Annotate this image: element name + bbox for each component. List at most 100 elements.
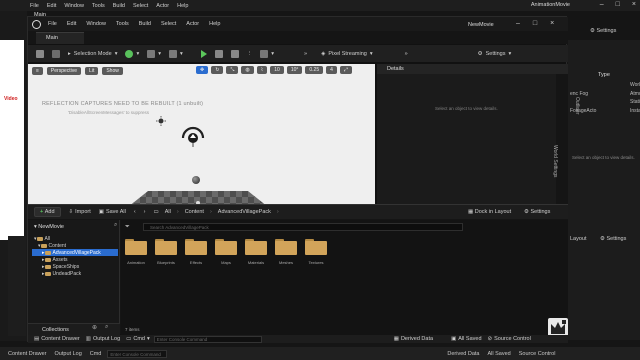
- rotate-icon[interactable]: ↻: [211, 66, 224, 74]
- menu-build[interactable]: Build: [139, 21, 151, 27]
- back-derived-data-button[interactable]: Derived Data: [447, 351, 479, 357]
- back-layout-button[interactable]: Layout: [570, 236, 587, 242]
- folder-tile[interactable]: Materials: [243, 239, 269, 265]
- stop-button[interactable]: [230, 49, 239, 58]
- perspective-button[interactable]: Perspective: [46, 66, 82, 75]
- camera-speed-button[interactable]: 4: [326, 66, 337, 74]
- tab-details[interactable]: Details: [377, 64, 568, 74]
- tree-node-assets[interactable]: ▸ Assets: [32, 256, 118, 263]
- history-back-icon[interactable]: ‹: [134, 209, 136, 215]
- viewport-options-button[interactable]: ≡: [32, 66, 43, 75]
- rotation-snap-button[interactable]: 10°: [286, 66, 303, 74]
- sky-light-icon[interactable]: [181, 126, 205, 148]
- content-drawer-button[interactable]: ▤ Content Drawer: [34, 336, 80, 342]
- step-button[interactable]: [214, 49, 223, 58]
- back-settings-button[interactable]: ⚙ Settings: [590, 28, 616, 34]
- scale-snap-button[interactable]: 0.25: [305, 66, 324, 74]
- expand-toolbar-icon[interactable]: »: [304, 51, 307, 57]
- console-input[interactable]: Enter Console Command: [153, 335, 262, 343]
- back-menu-file[interactable]: File: [30, 3, 39, 9]
- content-icon[interactable]: [52, 49, 60, 58]
- surface-snap-icon[interactable]: ⌇: [256, 66, 268, 74]
- menu-edit[interactable]: Edit: [67, 21, 76, 27]
- tree-root-header[interactable]: ▾ NewMovie: [34, 224, 64, 230]
- show-button[interactable]: Show: [102, 66, 123, 75]
- all-saved-button[interactable]: ▣ All Saved: [451, 336, 481, 342]
- menu-tools[interactable]: Tools: [116, 21, 129, 27]
- back-cmd-dropdown[interactable]: Cmd: [90, 351, 102, 357]
- menu-select[interactable]: Select: [161, 21, 176, 27]
- output-log-button[interactable]: ▥ Output Log: [86, 336, 120, 342]
- tab-main[interactable]: Main: [36, 32, 84, 44]
- drawer-settings-button[interactable]: ⚙ Settings: [524, 209, 550, 215]
- cmd-dropdown[interactable]: ▭ Cmd ▾: [126, 336, 150, 342]
- back-console-input[interactable]: Enter Console Command: [107, 349, 168, 358]
- tab-world-settings[interactable]: World Settings: [552, 145, 558, 177]
- add-button[interactable]: + Add: [34, 207, 61, 217]
- translate-icon[interactable]: ✥: [196, 66, 209, 74]
- back-source-control-button[interactable]: Source Control: [519, 351, 556, 357]
- breadcrumb-advanced-village-pack[interactable]: AdvancedVillagePack: [218, 209, 271, 215]
- expand-toolbar-icon-2[interactable]: »: [405, 51, 408, 57]
- folder-tile[interactable]: Blueprints: [153, 239, 179, 265]
- lit-button[interactable]: Lit: [85, 66, 99, 75]
- menu-window[interactable]: Window: [86, 21, 106, 27]
- folder-tile[interactable]: Textures: [303, 239, 329, 265]
- add-collection-icon[interactable]: ⊕: [92, 324, 97, 331]
- filter-icon[interactable]: ⏷: [125, 224, 130, 231]
- source-control-button[interactable]: ⊘ Source Control: [488, 336, 531, 342]
- directional-light-icon[interactable]: [156, 116, 166, 126]
- menu-actor[interactable]: Actor: [186, 21, 199, 27]
- back-content-drawer-button[interactable]: Content Drawer: [8, 351, 47, 357]
- grid-snap-button[interactable]: 10: [270, 66, 284, 74]
- folder-tile[interactable]: Maps: [213, 239, 239, 265]
- platforms-button[interactable]: ▾: [260, 49, 274, 58]
- breadcrumb-all[interactable]: All: [165, 209, 171, 215]
- back-menu-window[interactable]: Window: [64, 3, 84, 9]
- list-item[interactable]: World: [568, 81, 640, 90]
- maximize-viewport-icon[interactable]: ⤢: [339, 66, 352, 74]
- tree-node-all[interactable]: ▾ All: [32, 235, 118, 242]
- back-menu-edit[interactable]: Edit: [47, 3, 56, 9]
- back-menu-actor[interactable]: Actor: [156, 3, 169, 9]
- save-all-button[interactable]: ▣ Save All: [99, 209, 126, 215]
- level-viewport[interactable]: ≡ Perspective Lit Show ✥ ↻ ⤡ ◍ ⌇ 10 10° …: [28, 64, 375, 224]
- world-icon[interactable]: ◍: [241, 66, 254, 74]
- back-menu-select[interactable]: Select: [133, 3, 148, 9]
- back-all-saved-button[interactable]: All Saved: [487, 351, 510, 357]
- folder-icon[interactable]: ▭: [154, 209, 159, 215]
- back-menu-help[interactable]: Help: [177, 3, 188, 9]
- maximize-icon[interactable]: □: [616, 1, 620, 8]
- folder-tile[interactable]: Effects: [183, 239, 209, 265]
- sphere-reflection-icon[interactable]: [192, 176, 200, 184]
- menu-help[interactable]: Help: [209, 21, 220, 27]
- search-icon[interactable]: ⌕: [105, 324, 108, 331]
- minimize-icon[interactable]: –: [516, 20, 520, 27]
- back-output-log-button[interactable]: Output Log: [55, 351, 82, 357]
- close-icon[interactable]: ×: [550, 20, 554, 27]
- back-settings-button-2[interactable]: ⚙ Settings: [600, 236, 626, 242]
- maximize-icon[interactable]: □: [533, 20, 537, 27]
- tree-node-spaceships[interactable]: ▸ SpaceShips: [32, 263, 118, 270]
- derived-data-button[interactable]: ▦ Derived Data: [394, 336, 433, 342]
- tree-node-undeadpack[interactable]: ▸ UndeadPack: [32, 270, 118, 277]
- dock-in-layout-button[interactable]: ▦ Dock in Layout: [468, 209, 511, 215]
- play-button[interactable]: [200, 49, 207, 58]
- close-icon[interactable]: ×: [632, 1, 636, 8]
- tree-node-content[interactable]: ▾ Content: [32, 242, 118, 249]
- history-forward-icon[interactable]: ›: [144, 209, 146, 215]
- folder-tile[interactable]: Animation: [123, 239, 149, 265]
- add-actor-button[interactable]: ▾: [125, 49, 139, 58]
- scale-icon[interactable]: ⤡: [226, 66, 239, 74]
- cinematics-button[interactable]: ▾: [168, 49, 183, 58]
- search-icon[interactable]: ⌕: [114, 222, 117, 229]
- pixel-streaming-dropdown[interactable]: ◈ Pixel Streaming ▾: [321, 51, 373, 57]
- menu-file[interactable]: File: [48, 21, 57, 27]
- tab-outliner[interactable]: Outliner: [574, 97, 580, 115]
- more-play-options-icon[interactable]: ⋮: [247, 51, 253, 57]
- minimize-icon[interactable]: –: [600, 1, 604, 8]
- blueprint-button[interactable]: ▾: [147, 49, 161, 58]
- tree-node-advanced-village-pack[interactable]: ▸ AdvancedVillagePack: [32, 249, 118, 256]
- selection-mode-dropdown[interactable]: ▸ Selection Mode ▾: [68, 51, 117, 57]
- save-icon[interactable]: [36, 49, 44, 58]
